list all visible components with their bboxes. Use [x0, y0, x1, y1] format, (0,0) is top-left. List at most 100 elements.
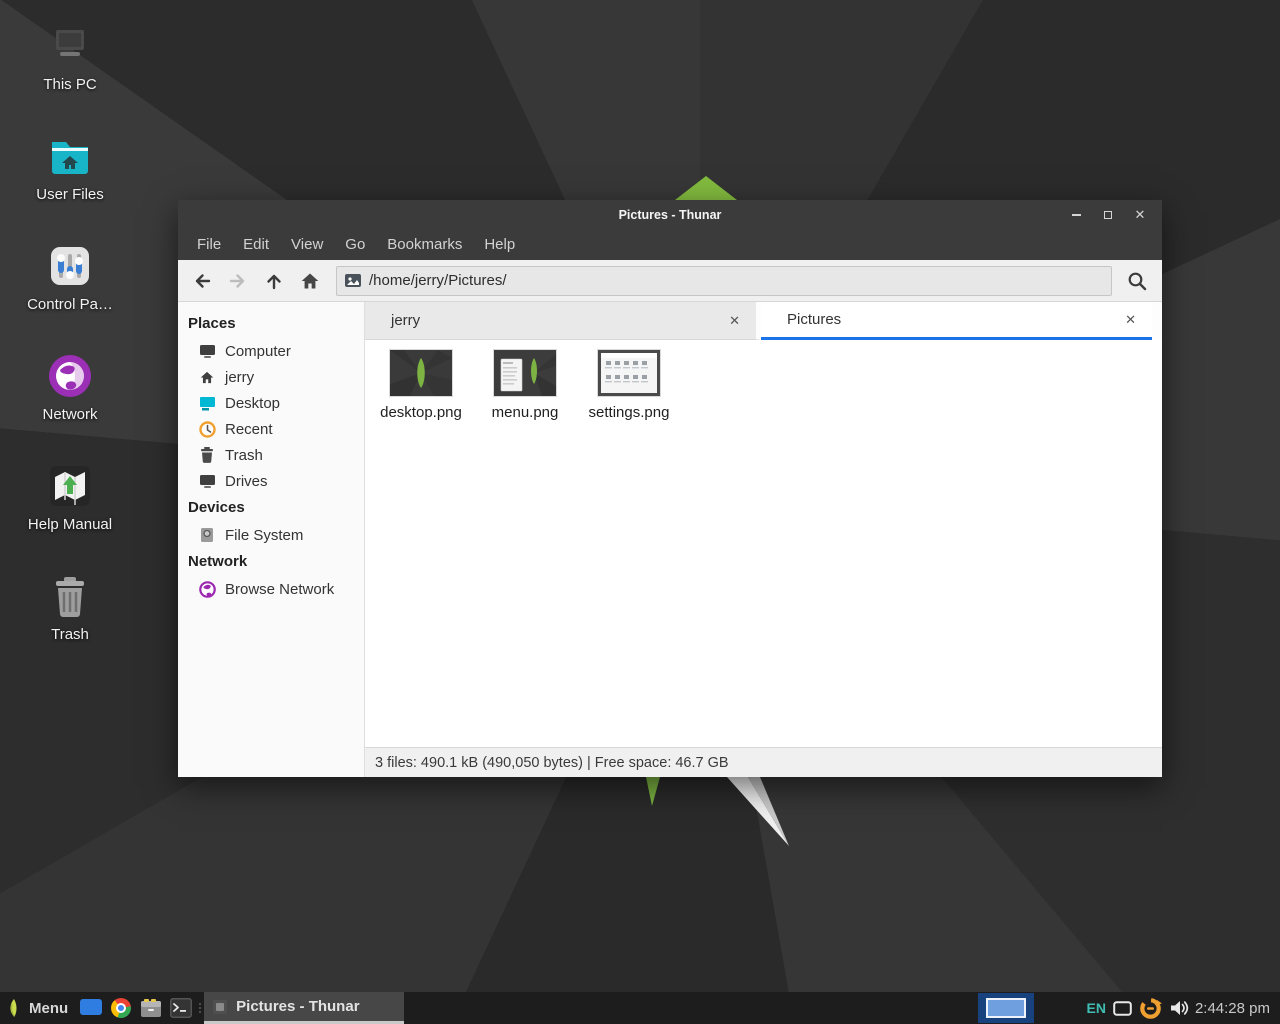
file-cabinet-icon: [140, 998, 162, 1018]
file-view[interactable]: desktop.png menu.png: [365, 340, 1162, 747]
start-menu-button[interactable]: Menu: [0, 992, 76, 1024]
tab-close-icon[interactable]: ✕: [723, 311, 746, 331]
file-name: settings.png: [589, 404, 670, 421]
sidebar-item-label: Computer: [225, 343, 291, 360]
tab-close-icon[interactable]: ✕: [1119, 310, 1142, 330]
menu-file[interactable]: File: [186, 229, 232, 260]
path-bar[interactable]: /home/jerry/Pictures/: [336, 266, 1112, 296]
menu-go[interactable]: Go: [334, 229, 376, 260]
menu-edit[interactable]: Edit: [232, 229, 280, 260]
sidebar-item-label: Drives: [225, 473, 268, 490]
trash-icon: [198, 446, 216, 464]
desktop-icon-label: This PC: [43, 76, 96, 93]
minimize-button[interactable]: [1060, 200, 1092, 229]
search-icon: [1126, 270, 1148, 292]
home-icon: [198, 368, 216, 386]
terminal-icon: [170, 998, 192, 1018]
control-panel-icon: [46, 242, 94, 290]
desktop-icon-label: User Files: [36, 186, 104, 203]
taskbar-separator: [196, 992, 204, 1024]
task-button-thunar[interactable]: Pictures - Thunar: [204, 992, 404, 1024]
tab-pictures[interactable]: Pictures ✕: [761, 302, 1152, 340]
file-name: menu.png: [492, 404, 559, 421]
desktop-icon-this-pc[interactable]: This PC: [14, 22, 126, 93]
up-button[interactable]: [256, 265, 292, 297]
menu-bookmarks[interactable]: Bookmarks: [376, 229, 473, 260]
status-bar: 3 files: 490.1 kB (490,050 bytes) | Free…: [365, 747, 1162, 777]
desktop-icon-trash[interactable]: Trash: [14, 572, 126, 643]
file-desktop-png[interactable]: desktop.png: [369, 350, 473, 421]
desktop-monitor-icon: [198, 394, 216, 412]
menubar: File Edit View Go Bookmarks Help: [178, 229, 1162, 260]
sidebar-header-devices: Devices: [178, 494, 364, 522]
workspace-switcher[interactable]: [978, 993, 1034, 1023]
drives-icon: [198, 472, 216, 490]
back-button[interactable]: [184, 265, 220, 297]
task-button-label: Pictures - Thunar: [236, 998, 359, 1015]
sidebar-item-label: File System: [225, 527, 303, 544]
chrome-launcher[interactable]: [106, 992, 136, 1024]
recent-clock-icon: [198, 420, 216, 438]
update-manager-icon[interactable]: [1139, 997, 1162, 1020]
window-title: Pictures - Thunar: [178, 208, 1162, 222]
sidebar-item-label: Desktop: [225, 395, 280, 412]
taskbar: Menu Pictures - Thunar EN: [0, 992, 1280, 1024]
desktop-icon-user-files[interactable]: User Files: [14, 132, 126, 203]
sidebar-header-places: Places: [178, 310, 364, 338]
computer-monitor-icon: [198, 342, 216, 360]
image-file-icon: [345, 274, 361, 287]
status-text: 3 files: 490.1 kB (490,050 bytes) | Free…: [375, 755, 729, 771]
sidebar-item-label: Recent: [225, 421, 273, 438]
window-titlebar[interactable]: Pictures - Thunar ✕: [178, 200, 1162, 229]
file-settings-png[interactable]: settings.png: [577, 350, 681, 421]
show-desktop-launcher[interactable]: [76, 992, 106, 1024]
display-tray-icon[interactable]: [1113, 1001, 1132, 1016]
desktop-icon-network[interactable]: Network: [14, 352, 126, 423]
sidebar-item-file-system[interactable]: File System: [178, 522, 364, 548]
path-text: /home/jerry/Pictures/: [369, 272, 507, 289]
home-button[interactable]: [292, 265, 328, 297]
volume-icon[interactable]: [1169, 999, 1189, 1017]
hard-disk-icon: [198, 526, 216, 544]
toolbar: /home/jerry/Pictures/: [178, 260, 1162, 302]
sidebar-item-jerry[interactable]: jerry: [178, 364, 364, 390]
minimize-icon: [1072, 214, 1081, 216]
sidebar-item-recent[interactable]: Recent: [178, 416, 364, 442]
forward-button[interactable]: [220, 265, 256, 297]
sidebar-item-computer[interactable]: Computer: [178, 338, 364, 364]
clock[interactable]: 2:44:28 pm: [1195, 1000, 1270, 1017]
thunar-task-icon: [212, 999, 228, 1015]
sidebar-item-trash[interactable]: Trash: [178, 442, 364, 468]
user-files-folder-icon: [46, 132, 94, 180]
keyboard-layout-indicator[interactable]: EN: [1086, 1000, 1105, 1016]
sidebar-item-drives[interactable]: Drives: [178, 468, 364, 494]
desktop-icon-help-manual[interactable]: Help Manual: [14, 462, 126, 533]
terminal-launcher[interactable]: [166, 992, 196, 1024]
pc-icon: [46, 22, 94, 70]
tab-jerry[interactable]: jerry ✕: [365, 302, 761, 340]
menu-label: Menu: [29, 1000, 68, 1017]
file-manager-launcher[interactable]: [136, 992, 166, 1024]
close-button[interactable]: ✕: [1124, 200, 1156, 229]
sidebar-header-network: Network: [178, 548, 364, 576]
forward-arrow-icon: [228, 271, 248, 291]
sidebar-item-label: Trash: [225, 447, 263, 464]
sidebar-item-desktop[interactable]: Desktop: [178, 390, 364, 416]
desktop-icon-control-panel[interactable]: Control Pa…: [14, 242, 126, 313]
close-icon: ✕: [1135, 207, 1146, 223]
menu-help[interactable]: Help: [473, 229, 526, 260]
thunar-window: Pictures - Thunar ✕ File Edit View Go Bo…: [178, 200, 1162, 777]
search-button[interactable]: [1118, 265, 1156, 297]
desktop-icon-label: Control Pa…: [27, 296, 113, 313]
maximize-button[interactable]: [1092, 200, 1124, 229]
active-workspace: [986, 998, 1026, 1018]
tab-label: Pictures: [787, 311, 1119, 328]
back-arrow-icon: [192, 271, 212, 291]
menu-view[interactable]: View: [280, 229, 334, 260]
desktop-icon-label: Network: [42, 406, 97, 423]
sidebar-item-browse-network[interactable]: Browse Network: [178, 576, 364, 602]
home-icon: [300, 271, 320, 291]
browse-network-globe-icon: [198, 580, 216, 598]
file-menu-png[interactable]: menu.png: [473, 350, 577, 421]
desktop-icon-label: Trash: [51, 626, 89, 643]
